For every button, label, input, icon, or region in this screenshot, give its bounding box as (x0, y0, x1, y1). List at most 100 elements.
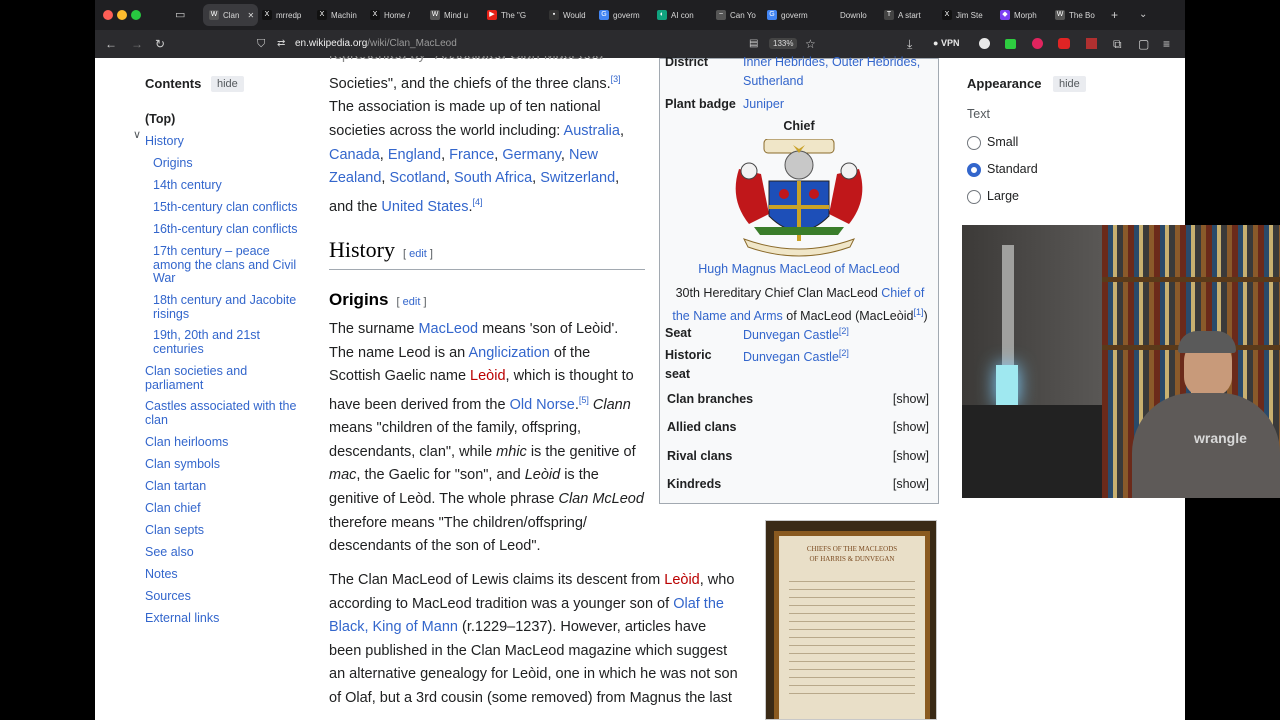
extension-c-icon[interactable] (979, 38, 990, 49)
ref-1-link[interactable]: [1] (913, 307, 923, 317)
toc-item[interactable]: Clan tartan (145, 479, 305, 494)
link-dunvegan-castle[interactable]: Dunvegan Castle (743, 328, 839, 342)
extension-abp-icon[interactable] (1058, 38, 1070, 49)
browser-tab[interactable]: Ggoverm (599, 4, 651, 26)
minimize-window-button[interactable] (117, 10, 127, 20)
browser-tab[interactable]: W Mind u (430, 4, 482, 26)
bookmark-star-icon[interactable]: ☆ (805, 36, 816, 52)
downloads-icon[interactable]: ⤓ (907, 36, 912, 52)
browser-tab[interactable]: X Home / (370, 4, 422, 26)
text-size-radio[interactable] (967, 163, 981, 177)
link-chief-name[interactable]: Hugh Magnus MacLeod of MacLeod (660, 262, 938, 276)
toc-item[interactable]: Clan societies and parliament (145, 364, 305, 392)
browser-tab[interactable]: Xmrredp (262, 4, 314, 26)
browser-tab[interactable]: Ggoverm (767, 4, 819, 26)
link-canada[interactable]: Canada (329, 147, 380, 163)
site-settings-icon[interactable]: ⇄ (277, 36, 285, 52)
ref-2-link-2[interactable]: [2] (839, 348, 849, 358)
browser-tab[interactable]: W Clan ✕ (203, 4, 258, 26)
browser-tab[interactable]: ▪ Would (549, 4, 601, 26)
extension-green-icon[interactable] (1005, 39, 1016, 49)
link-old-norse[interactable]: Old Norse (510, 397, 575, 413)
edit-origins-link[interactable]: edit (403, 296, 421, 308)
ref-4-link[interactable]: [4] (473, 197, 483, 207)
toc-item[interactable]: External links (145, 611, 305, 626)
browser-tab[interactable]: Downlo (826, 4, 878, 26)
text-size-option-label[interactable]: Standard (987, 162, 1038, 176)
extensions-puzzle-icon[interactable]: ⧉ (1113, 36, 1122, 52)
link-united-states[interactable]: United States (381, 199, 468, 215)
text-size-radio[interactable] (967, 136, 981, 150)
sidebar-icon[interactable]: ▢ (1138, 36, 1149, 52)
link-scotland[interactable]: Scotland (389, 170, 445, 186)
toc-hide-button[interactable]: hide (211, 76, 244, 92)
show-toggle[interactable]: [show] (893, 449, 929, 463)
toc-item[interactable]: 17th century – peace among the clans and… (153, 244, 308, 286)
link-anglicization[interactable]: Anglicization (468, 345, 549, 361)
browser-tab[interactable]: ◐ AI con (657, 4, 709, 26)
coat-of-arms-image[interactable] (724, 139, 874, 259)
new-tab-plus-icon[interactable]: + (1111, 7, 1118, 23)
browser-tab[interactable]: X Machin (317, 4, 369, 26)
toc-item[interactable]: (Top) (145, 112, 305, 127)
toc-item[interactable]: Castles associated with the clan (145, 399, 305, 427)
reader-mode-icon[interactable]: ▤ (749, 36, 758, 52)
toc-item[interactable]: See also (145, 545, 305, 560)
browser-tab[interactable]: T A start (884, 4, 936, 26)
link-switzerland[interactable]: Switzerland (540, 170, 615, 186)
toc-item[interactable]: 19th, 20th and 21st centuries (153, 328, 308, 356)
link-name-and-arms[interactable]: the Name and Arms (672, 309, 782, 323)
zoom-level[interactable]: 133% (769, 38, 798, 49)
link-inner-hebrides[interactable]: Inner Hebrides (743, 55, 825, 69)
ref-2-link[interactable]: [2] (839, 326, 849, 336)
appearance-hide-button[interactable]: hide (1053, 76, 1086, 92)
link-leoid[interactable]: Leòid (470, 368, 505, 384)
link-chief-of[interactable]: Chief of (881, 286, 924, 300)
toc-item[interactable]: 16th-century clan conflicts (153, 222, 308, 237)
browser-tab[interactable]: X Jim Ste (942, 4, 994, 26)
close-window-button[interactable] (103, 10, 113, 20)
text-size-radio[interactable] (967, 190, 981, 204)
toc-item[interactable]: 15th-century clan conflicts (153, 200, 308, 215)
link-dunvegan-castle-2[interactable]: Dunvegan Castle (743, 350, 839, 364)
browser-tab[interactable]: ~ Can Yo (716, 4, 768, 26)
link-olaf[interactable]: Olaf the (673, 596, 724, 612)
text-size-option-label[interactable]: Small (987, 135, 1018, 149)
maximize-window-button[interactable] (131, 10, 141, 20)
vpn-button[interactable]: ● VPN (933, 38, 959, 48)
toc-item[interactable]: History (145, 134, 305, 149)
toc-item[interactable]: 18th century and Jacobite risings (153, 293, 308, 321)
link-germany[interactable]: Germany (502, 147, 561, 163)
framed-document-photo[interactable]: CHIEFS OF THE MACLEODS OF HARRIS & DUNVE… (765, 520, 937, 720)
toc-item[interactable]: Clan septs (145, 523, 305, 538)
toc-item[interactable]: Sources (145, 589, 305, 604)
toc-collapse-chevron-icon[interactable]: ∨ (133, 128, 141, 141)
show-toggle[interactable]: [show] (893, 420, 929, 434)
show-toggle[interactable]: [show] (893, 477, 929, 491)
link-sutherland[interactable]: Sutherland (743, 74, 803, 88)
link-france[interactable]: France (449, 147, 494, 163)
text-size-option-label[interactable]: Large (987, 189, 1019, 203)
extension-grid-icon[interactable] (1086, 38, 1097, 49)
ref-5-link[interactable]: [5] (579, 395, 589, 405)
toc-item[interactable]: Notes (145, 567, 305, 582)
shield-icon[interactable]: ⛉ (257, 36, 265, 52)
toc-item[interactable]: Clan heirlooms (145, 435, 305, 450)
browser-tab[interactable]: ▶ The "G (487, 4, 539, 26)
link-south-africa[interactable]: South Africa (454, 170, 532, 186)
browser-tab[interactable]: ◆ Morph (1000, 4, 1052, 26)
link-australia[interactable]: Australia (564, 123, 620, 139)
link-macleod[interactable]: MacLeod (418, 321, 478, 337)
ref-3-link[interactable]: [3] (611, 74, 621, 84)
toc-item[interactable]: Clan symbols (145, 457, 305, 472)
edit-history-link[interactable]: edit (409, 248, 427, 260)
toc-item[interactable]: Clan chief (145, 501, 305, 516)
link-juniper[interactable]: Juniper (743, 97, 784, 111)
link-england[interactable]: England (388, 147, 441, 163)
back-arrow-icon[interactable]: ← (105, 36, 117, 52)
link-outer-hebrides[interactable]: Outer Hebrides (832, 55, 917, 69)
toc-item[interactable]: 14th century (153, 178, 308, 193)
link-leoid-2[interactable]: Leòid (664, 572, 699, 588)
tab-list-chevron-icon[interactable]: ⌄ (1139, 7, 1147, 23)
extension-red-icon[interactable] (1032, 38, 1043, 49)
